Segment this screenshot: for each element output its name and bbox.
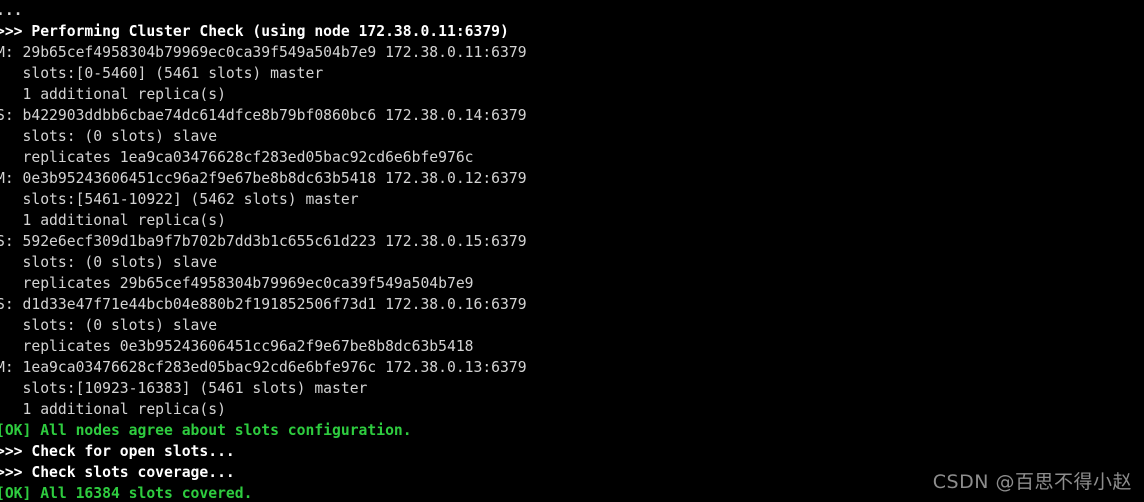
- terminal-line: [OK] All nodes agree about slots configu…: [0, 422, 412, 439]
- terminal-line: replicates 1ea9ca03476628cf283ed05bac92c…: [0, 149, 474, 166]
- terminal-line: S: 592e6ecf309d1ba9f7b702b7dd3b1c655c61d…: [0, 233, 527, 250]
- terminal-line: >>> Check for open slots...: [0, 443, 235, 460]
- terminal-line: replicates 29b65cef4958304b79969ec0ca39f…: [0, 275, 474, 292]
- terminal-line: slots:[10923-16383] (5461 slots) master: [0, 380, 368, 397]
- terminal-line: M: 0e3b95243606451cc96a2f9e67be8b8dc63b5…: [0, 170, 527, 187]
- terminal-window[interactable]: ... >>> Performing Cluster Check (using n…: [0, 0, 1144, 502]
- terminal-line: slots: (0 slots) slave: [0, 317, 218, 334]
- terminal-line: S: b422903ddbb6cbae74dc614dfce8b79bf0860…: [0, 107, 527, 124]
- terminal-line: >>> Performing Cluster Check (using node…: [0, 23, 509, 40]
- terminal-line: S: d1d33e47f71e44bcb04e880b2f191852506f7…: [0, 296, 527, 313]
- terminal-output[interactable]: ... >>> Performing Cluster Check (using n…: [0, 0, 1144, 502]
- terminal-line: slots: (0 slots) slave: [0, 128, 218, 145]
- terminal-line: 1 additional replica(s): [0, 401, 226, 418]
- terminal-line: ...: [0, 2, 23, 19]
- terminal-line: slots:[0-5460] (5461 slots) master: [0, 65, 324, 82]
- terminal-line: replicates 0e3b95243606451cc96a2f9e67be8…: [0, 338, 474, 355]
- terminal-line: M: 29b65cef4958304b79969ec0ca39f549a504b…: [0, 44, 527, 61]
- terminal-line: 1 additional replica(s): [0, 212, 226, 229]
- terminal-line: M: 1ea9ca03476628cf283ed05bac92cd6e6bfe9…: [0, 359, 527, 376]
- csdn-watermark: CSDN @百思不得小赵: [932, 471, 1132, 493]
- terminal-line: 1 additional replica(s): [0, 86, 226, 103]
- terminal-line: slots:[5461-10922] (5462 slots) master: [0, 191, 359, 208]
- terminal-line: slots: (0 slots) slave: [0, 254, 218, 271]
